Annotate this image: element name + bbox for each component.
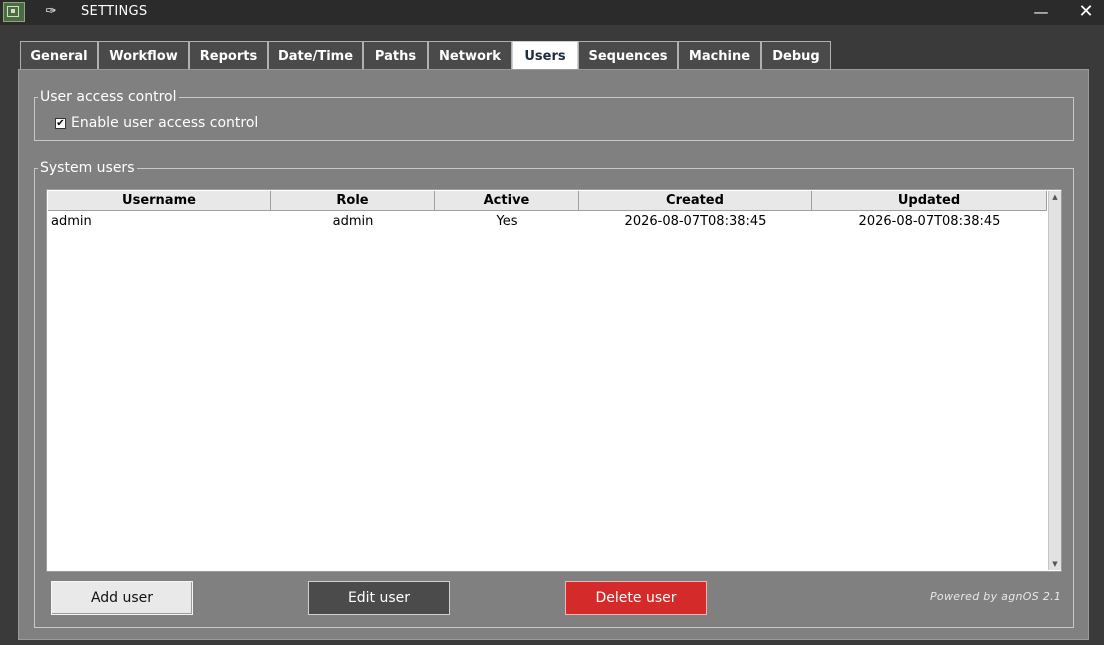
tab-debug[interactable]: Debug [761,41,831,70]
enable-access-control-checkbox[interactable]: ✔ [55,118,66,129]
title-bar: ✑ SETTINGS — ✕ [0,0,1104,25]
enable-access-control-label[interactable]: Enable user access control [71,115,258,132]
access-control-group-title: User access control [38,89,179,105]
cell-active[interactable]: Yes [435,213,579,231]
powered-by-label: Powered by agnOS 2.1 [930,590,1062,603]
app-logo-icon [3,2,25,22]
cell-updated[interactable]: 2026-08-07T08:38:45 [812,213,1047,231]
tab-sequences[interactable]: Sequences [578,41,678,70]
users-table[interactable]: Username Role Active Created Updated adm… [46,189,1062,572]
minimize-button[interactable]: — [1021,0,1061,25]
cell-username[interactable]: admin [51,213,269,231]
add-user-button[interactable]: Add user [51,581,193,615]
scroll-down-arrow-icon[interactable]: ▼ [1049,558,1061,570]
column-header-updated[interactable]: Updated [812,191,1047,211]
column-header-username[interactable]: Username [48,191,271,211]
column-header-role[interactable]: Role [271,191,435,211]
column-header-created[interactable]: Created [579,191,812,211]
vertical-scrollbar[interactable]: ▲ ▼ [1048,191,1061,570]
pin-icon[interactable]: ✑ [43,3,59,21]
tab-network[interactable]: Network [428,41,512,70]
cell-created[interactable]: 2026-08-07T08:38:45 [579,213,812,231]
close-button[interactable]: ✕ [1066,0,1104,25]
tab-general[interactable]: General [20,41,98,70]
tab-reports[interactable]: Reports [189,41,268,70]
scroll-up-arrow-icon[interactable]: ▲ [1049,191,1061,203]
edit-user-button[interactable]: Edit user [308,581,450,615]
delete-user-button[interactable]: Delete user [565,581,707,615]
tab-paths[interactable]: Paths [363,41,428,70]
tab-workflow[interactable]: Workflow [98,41,189,70]
cell-role[interactable]: admin [271,213,435,231]
window-title: SETTINGS [81,4,148,19]
tab-date-time[interactable]: Date/Time [268,41,363,70]
column-header-active[interactable]: Active [435,191,579,211]
tab-machine[interactable]: Machine [678,41,761,70]
system-users-group-title: System users [38,160,137,176]
tab-users[interactable]: Users [512,41,578,71]
